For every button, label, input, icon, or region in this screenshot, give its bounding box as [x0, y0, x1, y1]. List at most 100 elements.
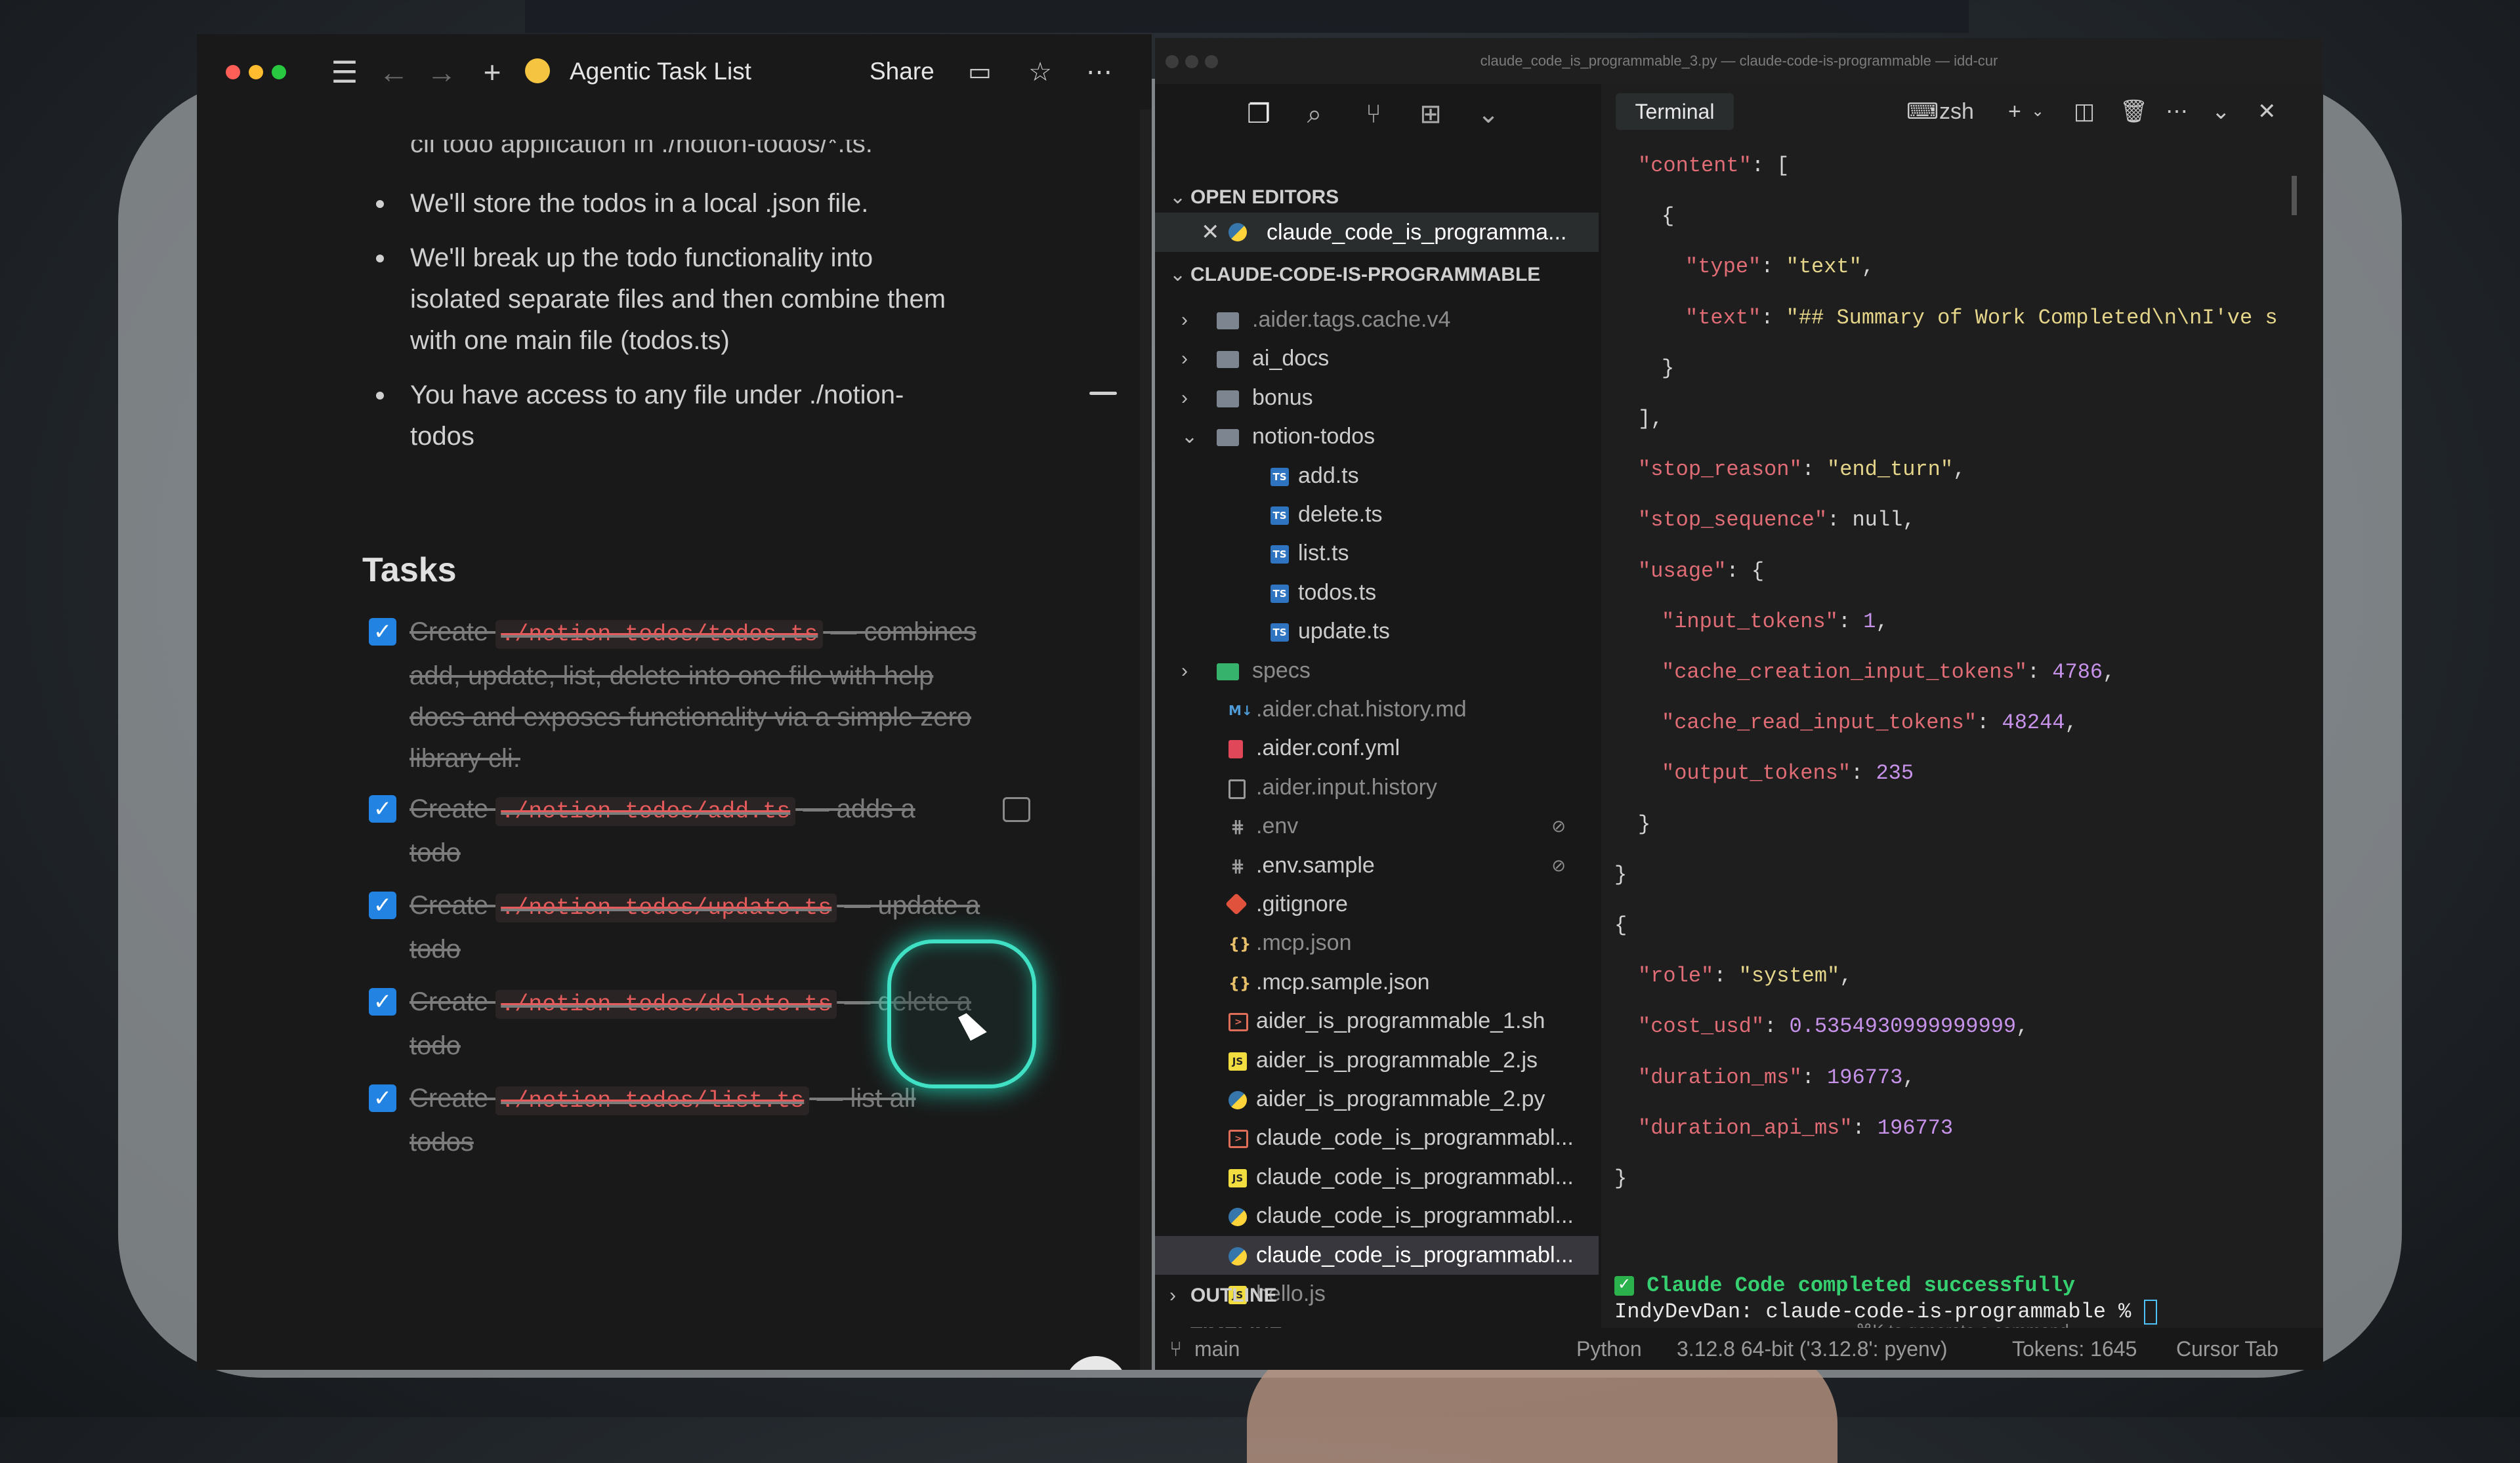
file-item[interactable]: .aider.conf.yml [1155, 729, 1599, 768]
folder-icon [1217, 429, 1239, 447]
split-terminal-icon[interactable]: ◫ [2074, 93, 2095, 130]
chevron-down-icon[interactable]: ⌄ [2031, 93, 2044, 130]
task-checkbox[interactable]: ✓ [369, 988, 396, 1016]
terminal-token: : { [1726, 558, 1765, 583]
maximize-window-button[interactable] [272, 65, 286, 79]
back-arrow-icon[interactable]: ← [377, 52, 410, 92]
terminal-line: "role": "system", [1638, 962, 1852, 991]
folder-item[interactable]: › bonus [1155, 379, 1599, 417]
terminal-token: : [2026, 660, 2053, 684]
menu-icon[interactable]: ☰ [328, 52, 361, 92]
more-options-icon[interactable]: ⋯ [1083, 52, 1116, 92]
close-editor-icon[interactable]: ✕ [1201, 213, 1220, 252]
folder-item[interactable]: › ai_docs [1155, 339, 1599, 378]
file-item[interactable]: {} .mcp.sample.json [1155, 963, 1599, 1002]
file-item[interactable]: .gitignore [1155, 885, 1599, 924]
share-button[interactable]: Share [870, 54, 934, 89]
file-item[interactable]: TS add.ts [1155, 457, 1599, 495]
file-item[interactable]: TS update.ts [1155, 612, 1599, 651]
ts-icon: TS [1270, 584, 1289, 603]
file-item[interactable]: .aider.input.history [1155, 768, 1599, 807]
chevron-down-icon[interactable]: ⌄ [2212, 93, 2231, 130]
close-window-button[interactable] [1166, 55, 1179, 68]
terminal-line: "input_tokens": 1, [1662, 608, 1889, 636]
file-item[interactable]: ⋕ .env.sample ⊘ [1155, 846, 1599, 885]
add-comment-icon[interactable] [1003, 797, 1030, 822]
bullet-item: You have access to any file under ./noti… [364, 375, 955, 457]
shell-name[interactable]: zsh [1939, 93, 1974, 130]
terminal-token: 4786 [2052, 660, 2103, 684]
star-icon[interactable]: ☆ [1024, 52, 1057, 92]
folder-item[interactable]: › specs [1155, 651, 1599, 690]
terminal-token: , [1953, 457, 1966, 482]
close-panel-icon[interactable]: ✕ [2258, 93, 2277, 130]
open-editor-item[interactable]: ✕ claude_code_is_programma... [1155, 213, 1599, 252]
js-icon: JS [1228, 1052, 1247, 1071]
file-item[interactable]: claude_code_is_programmabl... [1155, 1197, 1599, 1235]
task-text[interactable]: Create ./notion-todos/todos.ts — combine… [410, 611, 980, 779]
file-item[interactable]: TS delete.ts [1155, 495, 1599, 534]
file-item[interactable]: TS todos.ts [1155, 573, 1599, 612]
trash-icon[interactable]: 🗑 [2120, 93, 2148, 130]
minimize-window-button[interactable] [249, 65, 263, 79]
task-checkbox[interactable]: ✓ [369, 1084, 396, 1112]
terminal-line: "output_tokens": 235 [1662, 759, 1914, 788]
forward-arrow-icon[interactable]: → [425, 52, 458, 92]
file-item[interactable]: claude_code_is_programmabl... [1155, 1235, 1599, 1275]
terminal-output[interactable]: ✓ Claude Code completed successfully Ind… [1601, 146, 2300, 1340]
folder-icon [1217, 351, 1239, 369]
task-checkbox[interactable]: ✓ [369, 618, 396, 646]
python-interpreter[interactable]: 3.12.8 64-bit ('3.12.8': pyenv) [1677, 1328, 1947, 1370]
task-text[interactable]: Create ./notion-todos/add.ts — adds a to… [410, 789, 948, 874]
comment-icon[interactable]: ▭ [963, 52, 996, 92]
file-item[interactable]: JS aider_is_programmable_2.js [1155, 1041, 1599, 1080]
terminal-token: : [1801, 457, 1828, 482]
task-text[interactable]: Create ./notion-todos/update.ts — update… [410, 885, 980, 970]
close-window-button[interactable] [226, 65, 240, 79]
file-name: claude_code_is_programmabl... [1256, 1242, 1574, 1267]
task-checkbox[interactable]: ✓ [369, 795, 396, 823]
terminal-line: "duration_ms": 196773, [1638, 1063, 1915, 1092]
git-branch[interactable]: main [1194, 1328, 1240, 1370]
minimize-window-button[interactable] [1185, 55, 1198, 68]
language-mode[interactable]: Python [1576, 1328, 1642, 1370]
terminal-token: : [1838, 609, 1864, 634]
chevron-right-icon: › [1181, 659, 1188, 682]
terminal-tab[interactable]: Terminal [1616, 93, 1734, 130]
chevron-down-icon[interactable]: ⌄ [1470, 96, 1507, 133]
task-checkbox[interactable]: ✓ [369, 892, 396, 919]
outline-header[interactable]: › OUTLINE [1155, 1278, 1601, 1313]
file-item[interactable]: JS claude_code_is_programmabl... [1155, 1158, 1599, 1197]
file-item[interactable]: > aider_is_programmable_1.sh [1155, 1002, 1599, 1041]
open-editors-header[interactable]: ⌄ OPEN EDITORS [1155, 180, 1601, 215]
new-terminal-plus-icon[interactable]: + [2008, 93, 2021, 130]
file-item[interactable]: M↓ .aider.chat.history.md [1155, 690, 1599, 729]
terminal-token: : [1801, 1065, 1828, 1090]
extensions-icon[interactable]: ⊞ [1412, 96, 1449, 133]
folder-item[interactable]: ⌄ notion-todos [1155, 417, 1599, 456]
file-name: .gitignore [1256, 892, 1348, 917]
file-item[interactable]: > claude_code_is_programmabl... [1155, 1119, 1599, 1157]
maximize-window-button[interactable] [1205, 55, 1218, 68]
file-name: claude_code_is_programmabl... [1256, 1125, 1574, 1151]
more-actions-icon[interactable]: ⋯ [2166, 93, 2188, 130]
explorer-files-icon[interactable]: ❐ [1240, 96, 1277, 133]
help-button[interactable]: ? [1064, 1356, 1127, 1370]
notion-scrollbar[interactable] [1140, 110, 1152, 1370]
task-text[interactable]: Create ./notion-todos/list.ts — list all… [410, 1078, 954, 1163]
file-item[interactable]: {} .mcp.json [1155, 924, 1599, 962]
search-icon[interactable]: ⌕ [1296, 96, 1333, 133]
terminal-shell-icon[interactable]: ⌨ [1906, 93, 1939, 130]
new-page-plus-icon[interactable]: + [476, 52, 509, 92]
file-item[interactable]: aider_is_programmable_2.py [1155, 1080, 1599, 1119]
terminal-line: } [1614, 1164, 1627, 1193]
terminal-token: } [1614, 862, 1628, 887]
terminal-token: 196773 [1827, 1065, 1903, 1090]
file-item[interactable]: ⋕ .env ⊘ [1155, 807, 1599, 846]
file-name: update.ts [1298, 619, 1390, 644]
folder-item[interactable]: › .aider.tags.cache.v4 [1155, 300, 1599, 339]
source-control-icon[interactable]: ⑂ [1355, 96, 1392, 133]
cursor-tab-status[interactable]: Cursor Tab [2176, 1328, 2278, 1370]
file-item[interactable]: TS list.ts [1155, 534, 1599, 573]
project-header[interactable]: ⌄ CLAUDE-CODE-IS-PROGRAMMABLE [1155, 257, 1601, 293]
